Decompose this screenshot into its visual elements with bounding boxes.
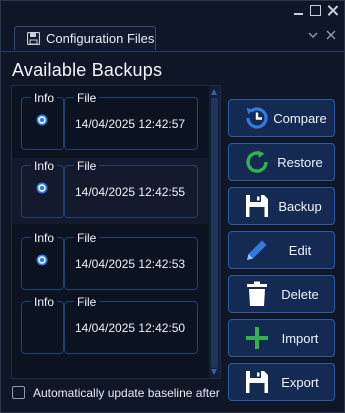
- trash-icon: [247, 281, 267, 306]
- tab-controls: [308, 30, 336, 40]
- backup-label: Backup: [278, 198, 322, 214]
- auto-update-checkbox[interactable]: [12, 386, 25, 399]
- restore-button[interactable]: Restore: [228, 143, 335, 181]
- file-label: File: [74, 159, 100, 173]
- edit-button[interactable]: Edit: [228, 231, 335, 269]
- file-timestamp: 14/04/2025 12:42:55: [75, 185, 186, 199]
- list-item[interactable]: Info File 14/04/2025 12:42:57: [12, 90, 208, 156]
- tab-label: Configuration Files: [46, 31, 155, 46]
- file-label: File: [74, 231, 100, 245]
- delete-label: Delete: [281, 286, 319, 302]
- import-label: Import: [281, 330, 319, 346]
- restore-icon[interactable]: [36, 114, 48, 126]
- floppy-disk-icon: [27, 32, 40, 45]
- auto-update-label[interactable]: Automatically update baseline after: [33, 386, 220, 400]
- info-field: Info: [21, 91, 64, 150]
- scroll-down-icon[interactable]: [211, 369, 217, 375]
- file-field: File 14/04/2025 12:42:53: [64, 231, 198, 290]
- list-item[interactable]: Info File 14/04/2025 12:42:50: [12, 294, 208, 360]
- file-field: File 14/04/2025 12:42:55: [64, 159, 198, 218]
- export-button[interactable]: Export: [228, 363, 335, 401]
- configuration-files-window: Configuration Files Available Backups In…: [0, 0, 345, 413]
- edit-label: Edit: [288, 242, 312, 258]
- compare-button[interactable]: Compare: [228, 99, 335, 137]
- scroll-up-icon[interactable]: [211, 89, 217, 95]
- list-item[interactable]: Info File 14/04/2025 12:42:53: [12, 230, 208, 296]
- window-controls: [293, 5, 338, 16]
- restore-icon[interactable]: [36, 182, 48, 194]
- close-tab-icon[interactable]: [326, 30, 336, 40]
- floppy-disk-icon: [246, 195, 268, 217]
- restore-icon[interactable]: [36, 254, 48, 266]
- file-field: File 14/04/2025 12:42:57: [64, 91, 198, 150]
- tab-configuration-files[interactable]: Configuration Files: [14, 26, 156, 50]
- scroll-thumb[interactable]: [211, 98, 218, 368]
- file-label: File: [74, 295, 100, 309]
- tab-bar: Configuration Files: [1, 25, 344, 52]
- refresh-icon: [246, 150, 268, 173]
- plus-icon: [246, 327, 268, 349]
- vertical-scrollbar[interactable]: [209, 86, 220, 378]
- chevron-down-icon[interactable]: [308, 30, 318, 40]
- export-label: Export: [281, 374, 319, 390]
- close-icon[interactable]: [327, 5, 338, 16]
- pencil-icon: [247, 240, 267, 260]
- info-label: Info: [31, 159, 58, 173]
- file-timestamp: 14/04/2025 12:42:50: [75, 321, 186, 335]
- restore-label: Restore: [277, 154, 323, 170]
- floppy-disk-icon: [246, 371, 268, 393]
- info-field: Info: [21, 295, 64, 354]
- panel-title: Available Backups: [12, 60, 163, 80]
- backup-button[interactable]: Backup: [228, 187, 335, 225]
- maximize-icon[interactable]: [310, 5, 321, 16]
- minimize-icon[interactable]: [293, 5, 304, 16]
- import-button[interactable]: Import: [228, 319, 335, 357]
- file-timestamp: 14/04/2025 12:42:57: [75, 117, 186, 131]
- file-field: File 14/04/2025 12:42:50: [64, 295, 198, 354]
- compare-label: Compare: [273, 110, 327, 126]
- list-item[interactable]: Info File 14/04/2025 12:42:55: [12, 158, 208, 224]
- info-field: Info: [21, 231, 64, 290]
- file-label: File: [74, 91, 100, 105]
- file-timestamp: 14/04/2025 12:42:53: [75, 257, 186, 271]
- info-label: Info: [31, 231, 58, 245]
- backups-list[interactable]: Info File 14/04/2025 12:42:57 Info File …: [11, 85, 221, 379]
- info-label: Info: [31, 91, 58, 105]
- delete-button[interactable]: Delete: [228, 275, 335, 313]
- info-label: Info: [31, 295, 58, 309]
- clock-history-icon: [246, 107, 268, 129]
- info-field: Info: [21, 159, 64, 218]
